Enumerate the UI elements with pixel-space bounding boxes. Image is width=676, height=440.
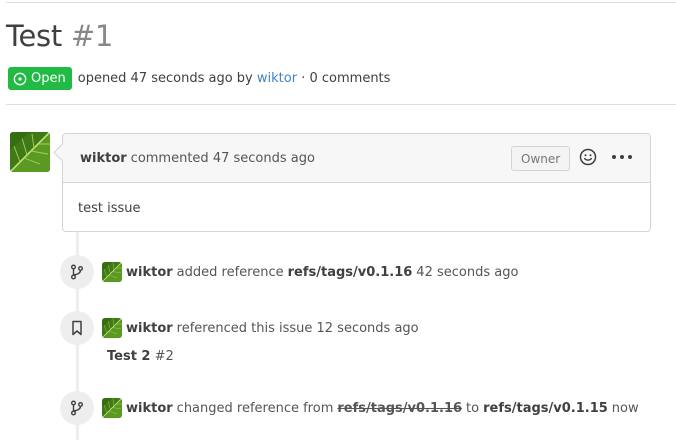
- new-ref[interactable]: refs/tags/v0.1.15: [483, 401, 608, 416]
- event-user[interactable]: wiktor: [126, 265, 173, 280]
- event-action: referenced this issue 12 seconds ago: [176, 320, 419, 336]
- timeline-event: wiktor added reference refs/tags/v0.1.16…: [60, 255, 518, 289]
- issue-open-icon: [13, 72, 27, 85]
- header-divider: [6, 104, 676, 105]
- event-body: wiktor changed reference from refs/tags/…: [102, 398, 639, 418]
- more-options-icon[interactable]: [612, 154, 632, 160]
- issue-title-text: Test: [6, 19, 62, 53]
- event-action: added reference: [176, 264, 284, 280]
- referenced-issue-link[interactable]: Test 2 #2: [107, 349, 174, 364]
- comment-header: wiktor commented 47 seconds ago Owner: [63, 134, 650, 183]
- referenced-issue-title: Test 2: [107, 349, 151, 364]
- status-badge: Open: [8, 67, 72, 90]
- to-word: to: [466, 400, 480, 416]
- issue-meta: Open opened 47 seconds ago by wiktor · 0…: [8, 67, 390, 90]
- event-body: wiktor referenced this issue 12 seconds …: [102, 318, 419, 338]
- opened-text: opened 47 seconds ago by: [77, 71, 253, 86]
- timeline-event: wiktor referenced this issue 12 seconds …: [60, 311, 419, 345]
- git-branch-icon: [60, 255, 94, 289]
- owner-label: Owner: [511, 146, 571, 171]
- issue-meta-text: opened 47 seconds ago by wiktor · 0 comm…: [78, 71, 391, 86]
- event-ref[interactable]: refs/tags/v0.1.16: [288, 265, 413, 280]
- comment-body: test issue: [78, 201, 141, 216]
- event-action: changed reference from: [176, 400, 334, 416]
- avatar[interactable]: [102, 398, 122, 418]
- git-branch-icon: [60, 391, 94, 425]
- old-ref: refs/tags/v0.1.16: [337, 400, 463, 416]
- comment-author[interactable]: wiktor: [80, 151, 127, 166]
- event-user[interactable]: wiktor: [126, 401, 173, 416]
- comment-timestamp: commented 47 seconds ago: [130, 150, 315, 166]
- timeline-event: wiktor changed reference from refs/tags/…: [60, 391, 639, 425]
- issue-title: Test #1: [6, 19, 113, 53]
- issue-author-link[interactable]: wiktor: [257, 71, 297, 86]
- avatar[interactable]: [102, 262, 122, 282]
- avatar[interactable]: [10, 132, 50, 172]
- event-body: wiktor added reference refs/tags/v0.1.16…: [102, 262, 518, 282]
- event-time: 42 seconds ago: [416, 264, 519, 280]
- smiley-icon[interactable]: [579, 148, 597, 166]
- comment-box: wiktor commented 47 seconds ago Owner te…: [62, 133, 651, 232]
- bookmark-icon: [60, 311, 94, 345]
- status-badge-label: Open: [31, 71, 66, 86]
- comments-count: · 0 comments: [301, 71, 391, 86]
- top-divider: [6, 2, 676, 3]
- avatar[interactable]: [102, 318, 122, 338]
- event-time: now: [611, 400, 639, 416]
- event-user[interactable]: wiktor: [126, 321, 173, 336]
- referenced-issue-number: #2: [154, 349, 174, 364]
- issue-number: #1: [70, 19, 113, 53]
